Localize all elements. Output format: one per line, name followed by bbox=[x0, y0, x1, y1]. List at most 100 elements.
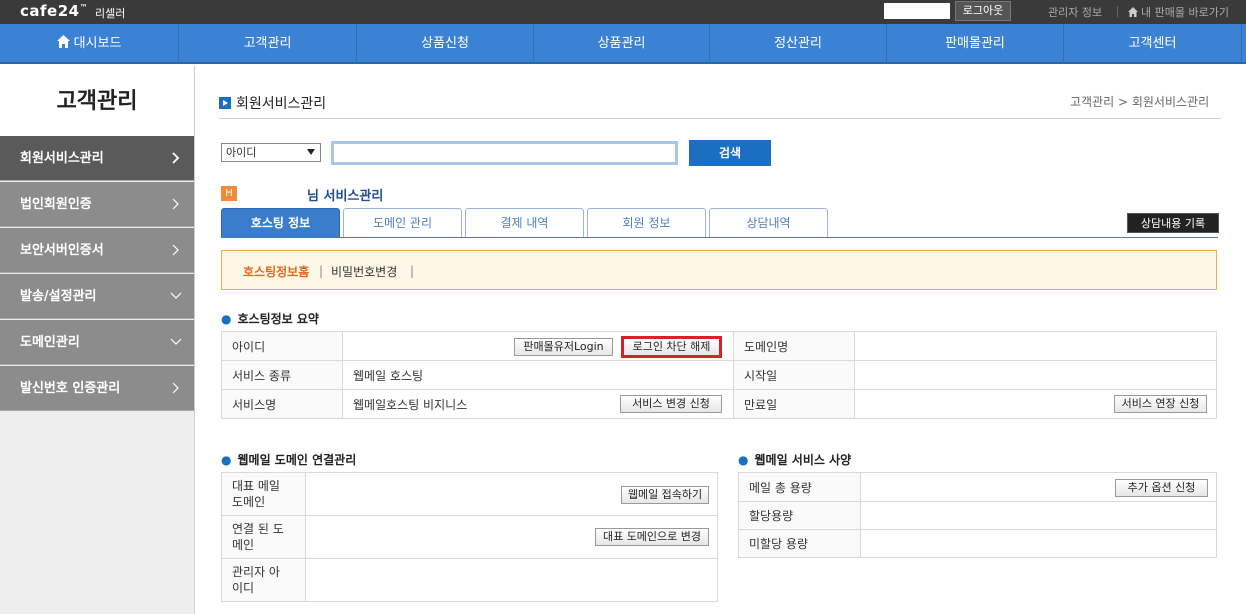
admin-info-link[interactable]: 관리자 정보 bbox=[1048, 4, 1102, 20]
value-expire-date: 서비스 연장 신청 bbox=[854, 389, 1217, 419]
logout-button[interactable]: 로그아웃 bbox=[955, 1, 1011, 21]
table-row: 관리자 아 이디 bbox=[221, 558, 718, 602]
nav-help-center[interactable]: 고객센터 bbox=[1064, 24, 1242, 64]
tab-payment-history[interactable]: 결제 내역 bbox=[465, 208, 584, 237]
table-row: 서비스명 웹메일호스팅 비지니스 서비스 변경 신청 만료일 서비스 연장 신청 bbox=[221, 389, 1217, 419]
sub-menu-box: 호스팅정보홈 | 비밀번호변경 | bbox=[221, 250, 1217, 290]
value-service-name: 웹메일호스팅 비지니스 서비스 변경 신청 bbox=[342, 389, 734, 419]
my-shop-label: 내 판매몰 바로가기 bbox=[1141, 6, 1229, 19]
nav-shop-manage[interactable]: 판매몰관리 bbox=[887, 24, 1064, 64]
sidebar-item-send-settings[interactable]: 발송/설정관리 bbox=[0, 274, 194, 319]
chevron-down-icon bbox=[170, 338, 182, 345]
title-arrow-icon bbox=[219, 97, 231, 109]
shop-user-login-button[interactable]: 판매몰유저Login bbox=[514, 338, 613, 356]
chevron-down-icon bbox=[170, 292, 182, 299]
breadcrumb: 고객관리 > 회원서비스관리 bbox=[1070, 95, 1210, 109]
top-bar: cafe24™ 리셀러 로그아웃 관리자 정보 내 판매몰 바로가기 bbox=[0, 0, 1246, 24]
webmail-access-button[interactable]: 웹메일 접속하기 bbox=[621, 486, 709, 504]
chevron-right-icon bbox=[172, 152, 180, 164]
value-total-capacity: 추가 옵션 신청 bbox=[860, 472, 1217, 502]
value-main-mail-domain: 웹메일 접속하기 bbox=[305, 472, 718, 516]
main-nav: 대시보드 고객관리 상품신청 상품관리 정산관리 판매몰관리 고객센터 bbox=[0, 24, 1246, 64]
sub-menu-separator: | bbox=[410, 264, 415, 278]
label-service-type: 서비스 종류 bbox=[221, 360, 343, 390]
service-name-text: 웹메일호스팅 비지니스 bbox=[353, 397, 468, 412]
member-service-title: 님 서비스관리 bbox=[307, 189, 384, 204]
tab-underline bbox=[221, 237, 1218, 238]
sidebar-item-label: 법인회원인증 bbox=[20, 197, 92, 212]
set-main-domain-button[interactable]: 대표 도메인으로 변경 bbox=[595, 528, 709, 546]
summary-section-title: ● 호스팅정보 요약 bbox=[221, 312, 319, 326]
value-service-type: 웹메일 호스팅 bbox=[342, 360, 734, 390]
my-shop-link[interactable]: 내 판매몰 바로가기 bbox=[1128, 4, 1229, 20]
domain-section-title: ● 웹메일 도메인 연결관리 bbox=[221, 453, 357, 467]
nav-customer[interactable]: 고객관리 bbox=[179, 24, 357, 64]
label-unallocated: 미할당 용량 bbox=[738, 529, 861, 558]
value-unallocated bbox=[860, 529, 1217, 558]
home-icon bbox=[1128, 7, 1138, 17]
page-title: 회원서비스관리 bbox=[236, 96, 327, 112]
table-row: 대표 메일 도메인 웹메일 접속하기 bbox=[221, 472, 718, 516]
sidebar-item-label: 회원서비스관리 bbox=[20, 151, 104, 166]
table-row: 연결 된 도 메인 대표 도메인으로 변경 bbox=[221, 515, 718, 559]
service-change-button[interactable]: 서비스 변경 신청 bbox=[620, 395, 722, 413]
sidebar-item-domain[interactable]: 도메인관리 bbox=[0, 320, 194, 365]
search-type-select[interactable]: 아이디 bbox=[221, 143, 321, 162]
bullet-icon: ● bbox=[738, 453, 749, 467]
consult-record-button[interactable]: 상담내용 기록 bbox=[1127, 213, 1219, 233]
tab-member-info[interactable]: 회원 정보 bbox=[587, 208, 706, 237]
chevron-right-icon bbox=[172, 198, 179, 210]
tab-domain-manage[interactable]: 도메인 관리 bbox=[343, 208, 462, 237]
spec-table: 메일 총 용량 추가 옵션 신청 할당용량 미할당 용량 bbox=[738, 472, 1217, 558]
chevron-right-icon bbox=[172, 244, 179, 256]
table-row: 아이디 판매몰유저Login 로그인 차단 해제 도메인명 bbox=[221, 331, 1217, 361]
value-linked-domain: 대표 도메인으로 변경 bbox=[305, 515, 718, 559]
domain-table: 대표 메일 도메인 웹메일 접속하기 연결 된 도 메인 대표 도메인으로 변경 관… bbox=[221, 472, 718, 602]
value-start-date bbox=[854, 360, 1217, 390]
sidebar-item-label: 발송/설정관리 bbox=[20, 289, 97, 304]
bullet-icon: ● bbox=[221, 453, 232, 467]
label-allocated: 할당용량 bbox=[738, 501, 861, 530]
label-total-capacity: 메일 총 용량 bbox=[738, 472, 861, 502]
nav-dashboard-label: 대시보드 bbox=[73, 36, 122, 51]
label-domain: 도메인명 bbox=[733, 331, 855, 361]
nav-dashboard[interactable]: 대시보드 bbox=[0, 24, 179, 64]
top-divider bbox=[1117, 6, 1118, 17]
search-type-value: 아이디 bbox=[226, 146, 257, 159]
sidebar-item-caller-id[interactable]: 발신번호 인증관리 bbox=[0, 366, 194, 411]
spec-section-title: ● 웹메일 서비스 사양 bbox=[738, 453, 852, 467]
sidebar-title: 고객관리 bbox=[0, 66, 194, 136]
home-icon bbox=[56, 35, 70, 48]
sidebar-item-label: 발신번호 인증관리 bbox=[20, 381, 121, 396]
value-domain bbox=[854, 331, 1217, 361]
nav-product-request[interactable]: 상품신청 bbox=[357, 24, 534, 64]
sidebar-item-ssl-cert[interactable]: 보안서버인증서 bbox=[0, 228, 194, 273]
label-admin-id: 관리자 아 이디 bbox=[221, 558, 306, 602]
sidebar-item-label: 도메인관리 bbox=[20, 335, 80, 350]
unblock-login-button[interactable]: 로그인 차단 해제 bbox=[621, 336, 722, 358]
service-extend-button[interactable]: 서비스 연장 신청 bbox=[1114, 395, 1207, 413]
label-start-date: 시작일 bbox=[733, 360, 855, 390]
tab-consult-history[interactable]: 상담내역 bbox=[709, 208, 828, 237]
logo-subtitle: 리셀러 bbox=[95, 7, 126, 20]
sidebar-item-corp-auth[interactable]: 법인회원인증 bbox=[0, 182, 194, 227]
sidebar-item-member-service[interactable]: 회원서비스관리 bbox=[0, 136, 194, 181]
sidebar: 고객관리 회원서비스관리 법인회원인증 보안서버인증서 발송/설정관리 도메인관… bbox=[0, 66, 195, 614]
nav-settlement[interactable]: 정산관리 bbox=[710, 24, 887, 64]
hosting-home-link[interactable]: 호스팅정보홈 bbox=[243, 263, 309, 280]
add-option-button[interactable]: 추가 옵션 신청 bbox=[1115, 479, 1208, 497]
chevron-right-icon bbox=[172, 382, 179, 394]
search-button[interactable]: 검색 bbox=[689, 140, 771, 166]
label-linked-domain: 연결 된 도 메인 bbox=[221, 515, 306, 559]
summary-table: 아이디 판매몰유저Login 로그인 차단 해제 도메인명 서비스 종류 웹메일… bbox=[221, 331, 1217, 419]
cafe24-logo[interactable]: cafe24™ bbox=[20, 2, 88, 20]
label-main-mail-domain: 대표 메일 도메인 bbox=[221, 472, 306, 516]
label-service-name: 서비스명 bbox=[221, 389, 343, 419]
search-input[interactable] bbox=[331, 141, 678, 165]
nav-product-manage[interactable]: 상품관리 bbox=[534, 24, 710, 64]
tab-hosting-info[interactable]: 호스팅 정보 bbox=[221, 208, 340, 237]
dropdown-arrow-icon bbox=[307, 149, 315, 155]
label-id: 아이디 bbox=[221, 331, 343, 361]
change-password-link[interactable]: 비밀번호변경 bbox=[331, 263, 397, 280]
user-name-box bbox=[884, 3, 950, 19]
